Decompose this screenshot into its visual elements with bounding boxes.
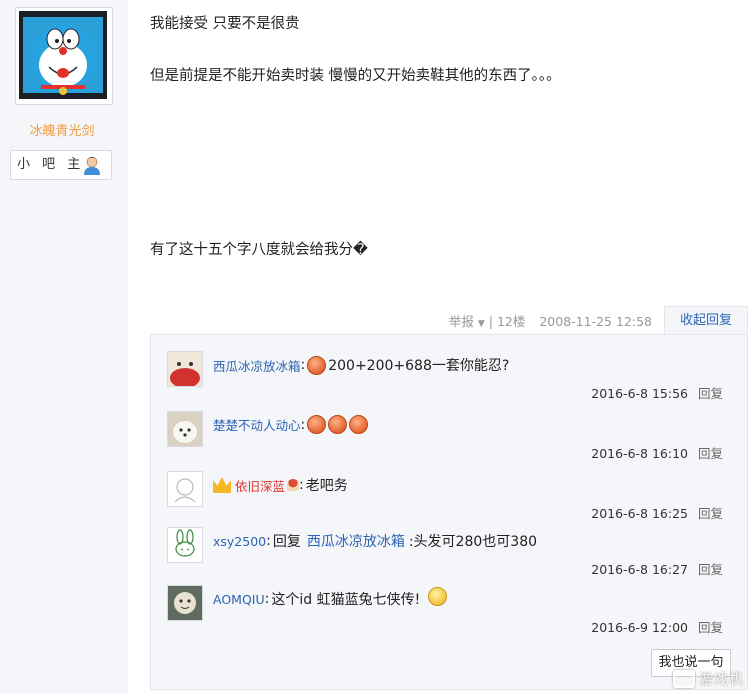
- role-badge: 小 吧 主: [10, 150, 112, 180]
- reply-username[interactable]: AOMQIU: [213, 592, 265, 607]
- watermark-text: 游戏机: [699, 672, 744, 688]
- reply-time: 2016-6-9 12:00: [591, 620, 688, 635]
- reply-item: 西瓜冰凉放冰箱 : 200+200+688一套你能忍? 2016-6-8 15:…: [167, 351, 737, 409]
- mushroom-icon: [287, 479, 300, 491]
- reply-colon: :: [299, 477, 304, 493]
- reply-text: 200+200+688一套你能忍?: [328, 358, 510, 374]
- reply-avatar[interactable]: [167, 527, 203, 563]
- reply-username[interactable]: xsy2500: [213, 534, 266, 549]
- username-link[interactable]: 冰魄青光剑: [0, 120, 124, 139]
- post-line-3: 有了这十五个字八度就会给我分�: [150, 242, 368, 258]
- reply-time: 2016-6-8 15:56: [591, 386, 688, 401]
- angry-face-emoji-icon: [328, 415, 348, 434]
- reply-word: 回复: [272, 534, 301, 550]
- reply-colon: :: [266, 533, 271, 549]
- reply-text-line: AOMQIU : 这个id 虹猫蓝兔七侠传!: [213, 586, 449, 609]
- angry-face-emoji-icon: [307, 415, 327, 434]
- reply-item: xsy2500 : 回复 西瓜冰凉放冰箱 :头发可280也可380 2016-6…: [167, 527, 737, 585]
- reply-button[interactable]: 回复: [698, 386, 723, 401]
- user-sidebar: 冰魄青光剑 小 吧 主: [0, 0, 128, 694]
- post-meta: 举报 ▼ | 12楼 2008-11-25 12:58 收起回复: [150, 306, 748, 334]
- reply-text-line: xsy2500 : 回复 西瓜冰凉放冰箱 :头发可280也可380: [213, 531, 537, 551]
- crown-icon: [213, 477, 231, 493]
- reply-time: 2016-6-8 16:27: [591, 562, 688, 577]
- reply-button[interactable]: 回复: [698, 506, 723, 521]
- reply-button[interactable]: 回复: [698, 562, 723, 577]
- reply-username[interactable]: 楚楚不动人动心: [213, 415, 301, 434]
- reply-time: 2016-6-8 16:10: [591, 446, 688, 461]
- doraemon-avatar-image: [19, 11, 107, 99]
- reply-text: 老吧务: [305, 478, 348, 494]
- reply-avatar[interactable]: [167, 351, 203, 387]
- post-meta-text: 举报 ▼ | 12楼 2008-11-25 12:58: [449, 311, 652, 330]
- reply-button[interactable]: 回复: [698, 620, 723, 635]
- role-label: 小 吧 主: [17, 157, 85, 172]
- angry-face-emoji-icon: [349, 415, 369, 434]
- reply-meta: 2016-6-8 16:27 回复: [591, 559, 723, 578]
- reply-username[interactable]: 依旧深蓝: [235, 476, 285, 495]
- reply-text-line: 西瓜冰凉放冰箱 : 200+200+688一套你能忍?: [213, 355, 509, 375]
- reply-username[interactable]: 西瓜冰凉放冰箱: [213, 356, 301, 375]
- collapse-replies-button[interactable]: 收起回复: [664, 306, 748, 334]
- reply-colon: :: [300, 357, 306, 373]
- post-datetime: 2008-11-25 12:58: [539, 314, 652, 329]
- post-line-2: 但是前提是不能开始卖时装 慢慢的又开始卖鞋其他的东西了。。。: [150, 68, 561, 84]
- person-icon: [81, 154, 103, 176]
- gamepad-icon: [673, 670, 695, 688]
- reply-meta: 2016-6-8 16:10 回复: [591, 443, 723, 462]
- reply-meta: 2016-6-8 16:25 回复: [591, 503, 723, 522]
- reply-item: 楚楚不动人动心 : 2016-6-8 16:10 回复: [167, 411, 737, 469]
- post-line-1: 我能接受 只要不是很贵: [150, 16, 300, 32]
- watermark: 游戏机: [666, 668, 744, 690]
- reply-meta: 2016-6-8 15:56 回复: [591, 383, 723, 402]
- reply-box: 西瓜冰凉放冰箱 : 200+200+688一套你能忍? 2016-6-8 15:…: [150, 334, 748, 690]
- report-link[interactable]: 举报: [449, 314, 474, 329]
- reply-time: 2016-6-8 16:25: [591, 506, 688, 521]
- reply-item: AOMQIU : 这个id 虹猫蓝兔七侠传! 2016-6-9 12:00 回复: [167, 585, 737, 643]
- reply-button[interactable]: 回复: [698, 446, 723, 461]
- reply-avatar[interactable]: [167, 411, 203, 447]
- reply-target-username[interactable]: 西瓜冰凉放冰箱: [307, 531, 405, 551]
- floor-number: 12楼: [496, 314, 526, 329]
- smile-face-emoji-icon: [428, 586, 448, 606]
- reply-text-line: 依旧深蓝 : 老吧务: [213, 475, 348, 495]
- reply-text: :头发可280也可380: [408, 534, 538, 550]
- reply-avatar[interactable]: [167, 471, 203, 507]
- reply-meta: 2016-6-9 12:00 回复: [591, 617, 723, 636]
- reply-colon: :: [300, 416, 306, 433]
- angry-face-emoji-icon: [307, 355, 327, 375]
- reply-text-line: 楚楚不动人动心 :: [213, 415, 370, 434]
- chevron-down-icon[interactable]: ▼: [478, 319, 485, 329]
- reply-colon: :: [264, 591, 270, 607]
- meta-separator: |: [488, 314, 497, 329]
- reply-avatar[interactable]: [167, 585, 203, 621]
- reply-text: 这个id 虹猫蓝兔七侠传!: [271, 592, 421, 608]
- reply-item: 依旧深蓝 : 老吧务 2016-6-8 16:25 回复: [167, 471, 737, 529]
- user-avatar[interactable]: [15, 7, 113, 105]
